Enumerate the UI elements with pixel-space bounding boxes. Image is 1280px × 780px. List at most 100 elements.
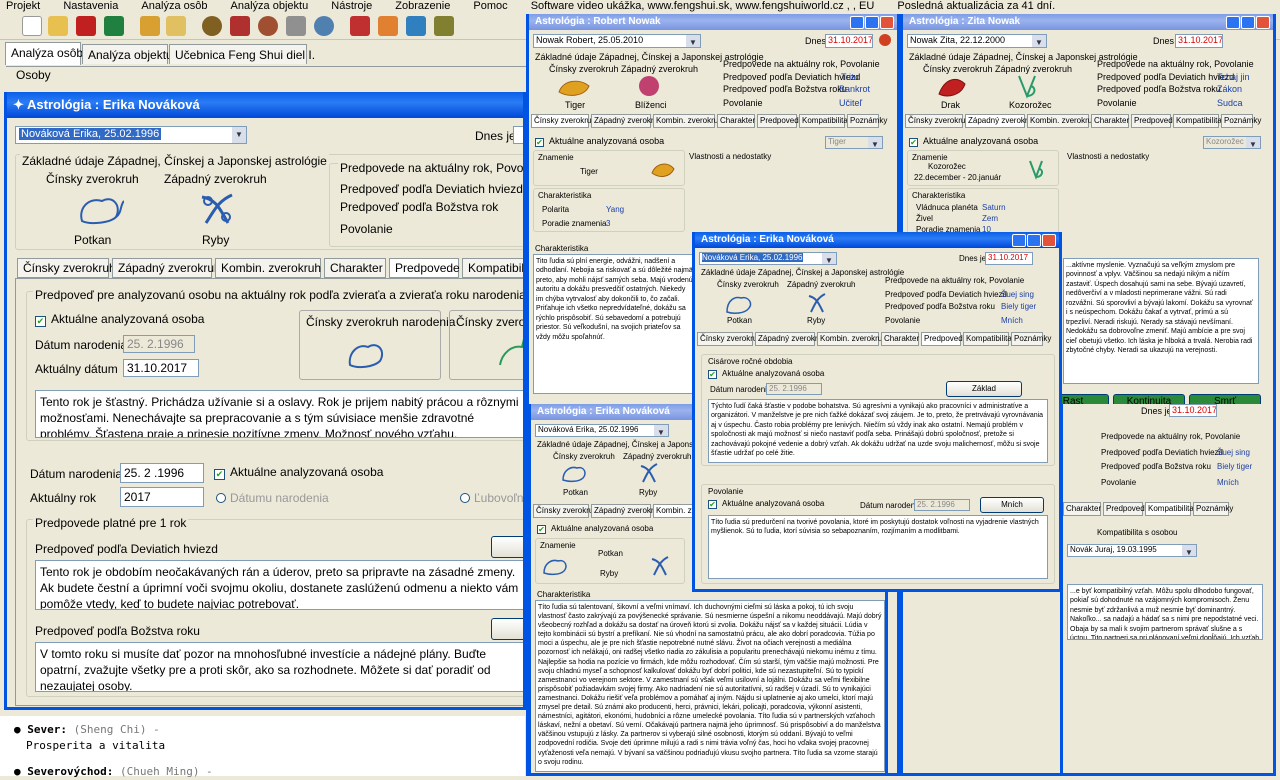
subtab-western[interactable]: Západný zverokruh (755, 332, 826, 346)
globe-icon[interactable] (314, 16, 334, 36)
subtab-chinese[interactable]: Čínsky zverokruh (905, 114, 970, 128)
save-icon[interactable] (76, 16, 96, 36)
current-person-checkbox[interactable]: ✔ Aktuálne analyzovaná osoba (535, 136, 664, 147)
compat-person-select[interactable]: Novák Juraj, 19.03.1995 (1067, 544, 1197, 557)
minimize-icon[interactable] (1226, 16, 1240, 29)
subtab-predictions[interactable]: Predpovede (389, 258, 460, 278)
current-person2-checkbox[interactable]: ✔ Aktuálne analyzovaná osoba (708, 499, 824, 509)
subtab-predictions[interactable]: Predpovede (1103, 502, 1149, 516)
minimize-icon[interactable] (1012, 234, 1026, 247)
year-field[interactable]: 2017 (120, 487, 204, 507)
subtab-compatibility[interactable]: Kompatibilita (462, 258, 523, 278)
menu-analyza-osob[interactable]: Analýza osôb (141, 0, 207, 12)
today-date-field[interactable]: 31.10.2017 (985, 252, 1033, 265)
info-icon[interactable] (879, 34, 891, 46)
folder-icon[interactable] (140, 16, 160, 36)
compass-icon[interactable] (202, 16, 222, 36)
zaklad-button[interactable]: Základ (946, 381, 1022, 397)
god-year-button[interactable] (491, 618, 523, 640)
grid-icon[interactable] (286, 16, 306, 36)
subtab-western[interactable]: Západný zverokruh (112, 258, 221, 278)
subtab-character[interactable]: Charakter (324, 258, 386, 278)
wheel-icon[interactable] (258, 16, 278, 36)
new-file-icon[interactable] (22, 16, 42, 36)
subtab-compatibility[interactable]: Kompatibilita (1145, 502, 1194, 516)
subtab-chinese[interactable]: Čínsky zverokruh (17, 258, 116, 278)
subtab-western[interactable]: Západný zverokruh (591, 114, 662, 128)
cross-icon[interactable] (230, 16, 250, 36)
today-date-field[interactable]: 31.10.2017 (1175, 34, 1223, 48)
subtab-character[interactable]: Charakter (881, 332, 919, 346)
subtab-chinese[interactable]: Čínsky zverokruh (533, 504, 598, 518)
subtab-predictions[interactable]: Predpovede (1131, 114, 1177, 128)
person-select[interactable]: Nováková Erika, 25.02.1996 (535, 424, 669, 437)
monk-button[interactable]: Mních (980, 497, 1044, 513)
subtab-predictions[interactable]: Predpovede (921, 332, 967, 346)
close-icon[interactable] (1042, 234, 1056, 247)
tab-analyza-osob[interactable]: Analýza osôb (5, 42, 83, 65)
maximize-icon[interactable] (865, 16, 879, 29)
chart-icon[interactable] (378, 16, 398, 36)
subtab-notes[interactable]: Poznámky (847, 114, 887, 128)
current-person-checkbox[interactable]: ✔ Aktuálne analyzovaná osoba (35, 312, 204, 327)
menu-analyza-objektu[interactable]: Analýza objektu (231, 0, 309, 12)
menu-nastroje[interactable]: Nástroje (331, 0, 372, 12)
sign-combo[interactable]: Tiger (825, 136, 883, 149)
astrology-icon[interactable] (350, 16, 370, 36)
current-person2-checkbox[interactable]: ✔ Aktuálne analyzovaná osoba (214, 465, 383, 480)
subtab-western[interactable]: Západný zverokruh (965, 114, 1036, 128)
today-date-field[interactable] (513, 126, 523, 144)
menu-pomoc[interactable]: Pomoc (473, 0, 507, 12)
today-date-field[interactable]: 31.10.2017 (1169, 404, 1217, 417)
subtab-chinese[interactable]: Čínsky zverokruh (697, 332, 762, 346)
maximize-icon[interactable] (1241, 16, 1255, 29)
subtab-character[interactable]: Charakter (1063, 502, 1101, 516)
subtab-combined[interactable]: Kombin. zverokruh (817, 332, 887, 346)
subtab-compatibility[interactable]: Kompatibilita (963, 332, 1012, 346)
menu-nastavenia[interactable]: Nastavenia (63, 0, 118, 12)
birth-date2-field[interactable]: 25. 2 .1996 (120, 463, 204, 483)
tab-ucebnica[interactable]: Učebnica Feng Shui diel I. (169, 44, 315, 64)
sign-combo[interactable]: Kozorožec (1203, 136, 1261, 149)
window-robert-titlebar[interactable]: Astrológia : Robert Nowak (529, 14, 897, 30)
subtab-western[interactable]: Západný zverokruh (591, 504, 662, 518)
subtab-character[interactable]: Charakter (1091, 114, 1129, 128)
calendar-icon[interactable] (434, 16, 454, 36)
subtab-notes[interactable]: Poznámky (1221, 114, 1261, 128)
maximize-icon[interactable] (1027, 234, 1041, 247)
menu-zobrazenie[interactable]: Zobrazenie (395, 0, 450, 12)
window-zita-titlebar[interactable]: Astrológia : Zita Nowak (903, 14, 1273, 30)
person-select[interactable]: Nowak Zita, 22.12.2000 (907, 34, 1047, 48)
window-erika-center-titlebar[interactable]: Astrológia : Erika Nováková (695, 232, 1059, 248)
current-person-checkbox[interactable]: ✔ Aktuálne analyzovaná osoba (537, 524, 653, 534)
subtab-combined[interactable]: Kombin. zverokruh (215, 258, 321, 278)
current-date-field[interactable]: 31.10.2017 (123, 359, 199, 377)
save-as-icon[interactable] (104, 16, 124, 36)
subtab-compatibility[interactable]: Kompatibilita (799, 114, 848, 128)
close-icon[interactable] (1256, 16, 1270, 29)
subtab-combined[interactable]: Kombin. zverokruh (1027, 114, 1097, 128)
subtab-character[interactable]: Charakter (717, 114, 755, 128)
person-select[interactable]: Nováková Erika, 25.02.1996 (15, 126, 247, 144)
window-erika-main-titlebar[interactable]: ✦ Astrológia : Erika Nováková (7, 92, 523, 118)
tab-analyza-objektu[interactable]: Analýza objektu (82, 44, 173, 64)
current-person-checkbox[interactable]: ✔ Aktuálne analyzovaná osoba (708, 369, 824, 379)
subtab-notes[interactable]: Poznámky (1011, 332, 1051, 346)
subtab-compatibility[interactable]: Kompatibilita (1173, 114, 1222, 128)
subtab-predictions[interactable]: Predpovede (757, 114, 803, 128)
subtab-combined[interactable]: Kombin. zverokruh (653, 114, 723, 128)
radio-birth-date[interactable]: Dátumu narodenia (216, 491, 329, 505)
person-select[interactable]: Nováková Erika, 25.02.1996 (699, 252, 837, 265)
current-person-checkbox[interactable]: ✔ Aktuálne analyzovaná osoba (909, 136, 1038, 147)
person-select[interactable]: Nowak Robert, 25.05.2010 (533, 34, 701, 48)
birth-date-field[interactable]: 25. 2.1996 (766, 383, 822, 395)
today-date-field[interactable]: 31.10.2017 (825, 34, 873, 48)
birth-date2-field[interactable]: 25. 2.1996 (914, 499, 970, 511)
open-folder-icon[interactable] (48, 16, 68, 36)
nine-stars-button[interactable] (491, 536, 523, 558)
menu-projekt[interactable]: Projekt (6, 0, 40, 12)
subtab-notes[interactable]: Poznámky (1193, 502, 1233, 516)
radio-any-date[interactable]: Ľubovoľný (460, 491, 523, 505)
book-icon[interactable] (406, 16, 426, 36)
minimize-icon[interactable] (850, 16, 864, 29)
